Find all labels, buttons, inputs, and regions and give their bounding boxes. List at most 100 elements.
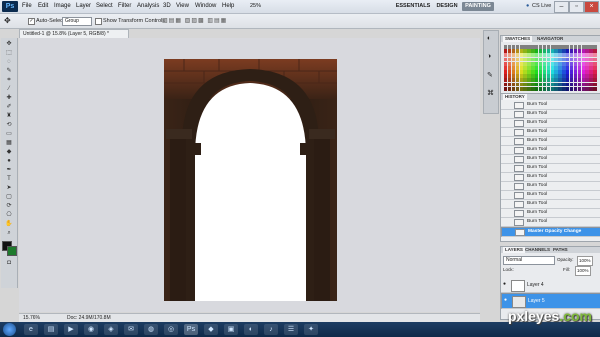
fill-label: Fill: (563, 267, 570, 272)
workspace-design[interactable]: DESIGN (434, 2, 460, 11)
app-icon[interactable]: ✦ (304, 324, 318, 335)
shape-tool-icon[interactable]: ▢ (4, 194, 14, 201)
menu-3d[interactable]: 3D (163, 0, 171, 13)
app-icon[interactable]: ◐ (244, 324, 258, 335)
clone-source-panel-icon[interactable]: ⌘ (487, 89, 494, 97)
photoshop-taskbar-icon[interactable]: Ps (184, 324, 198, 335)
quick-mask-icon[interactable]: ◘ (4, 260, 14, 267)
path-select-tool-icon[interactable]: ➤ (4, 185, 14, 192)
app-icon[interactable]: ☰ (284, 324, 298, 335)
start-button[interactable] (3, 323, 16, 336)
history-item-selected[interactable]: Master Opacity Change (501, 227, 600, 237)
move-tool-icon[interactable]: ✥ (4, 41, 14, 48)
menu-window[interactable]: Window (195, 0, 216, 13)
cs-live-icon: ● (526, 3, 530, 9)
auto-select-dropdown[interactable]: Group (62, 17, 92, 26)
menu-filter[interactable]: Filter (118, 0, 131, 13)
history-item[interactable]: Burn Tool (501, 128, 600, 137)
app-icon[interactable]: ◆ (204, 324, 218, 335)
adjustments-panel-icon[interactable]: ◑ (487, 53, 491, 60)
history-item[interactable]: Burn Tool (501, 119, 600, 128)
quick-select-tool-icon[interactable]: ✎ (4, 68, 14, 75)
layer-row[interactable]: ● Layer 4 (501, 278, 600, 293)
visibility-eye-icon[interactable]: ● (504, 298, 509, 303)
history-item[interactable]: Burn Tool (501, 155, 600, 164)
lasso-tool-icon[interactable]: ◌ (4, 59, 14, 66)
show-transform-checkbox[interactable] (95, 18, 102, 25)
app-icon[interactable]: ▣ (224, 324, 238, 335)
tab-history[interactable]: HISTORY (503, 94, 527, 100)
color-panel-icon[interactable]: ◐ (487, 35, 491, 42)
layer-row-selected[interactable]: ● Layer 5 (501, 293, 600, 309)
menu-layer[interactable]: Layer (76, 0, 91, 13)
crop-tool-icon[interactable]: ⌗ (4, 77, 14, 84)
workspace-essentials[interactable]: ESSENTIALS (392, 2, 434, 11)
gradient-tool-icon[interactable]: ▦ (4, 140, 14, 147)
marquee-tool-icon[interactable]: ⬚ (4, 50, 14, 57)
history-item[interactable]: Burn Tool (501, 218, 600, 227)
tab-swatches[interactable]: SWATCHES (503, 36, 533, 42)
menu-view[interactable]: View (176, 0, 189, 13)
menu-select[interactable]: Select (96, 0, 113, 13)
explorer-icon[interactable]: ▤ (44, 324, 58, 335)
fill-field[interactable]: 100% (575, 266, 591, 276)
app-icon[interactable]: ◎ (164, 324, 178, 335)
zoom-tool-icon[interactable]: ⌕ (4, 230, 14, 237)
history-brush-icon[interactable]: ⟲ (4, 122, 14, 129)
menu-file[interactable]: File (22, 0, 32, 13)
minimize-button[interactable]: – (554, 1, 569, 13)
menu-edit[interactable]: Edit (38, 0, 48, 13)
eraser-tool-icon[interactable]: ▭ (4, 131, 14, 138)
menu-help[interactable]: Help (222, 0, 234, 13)
menu-analysis[interactable]: Analysis (137, 0, 159, 13)
color-swatch[interactable] (593, 86, 597, 91)
app-icon[interactable]: ♪ (264, 324, 278, 335)
history-item[interactable]: Burn Tool (501, 101, 600, 110)
ie-icon[interactable]: e (24, 324, 38, 335)
media-player-icon[interactable]: ▶ (64, 324, 78, 335)
history-item[interactable]: Burn Tool (501, 191, 600, 200)
healing-tool-icon[interactable]: ✚ (4, 95, 14, 102)
visibility-eye-icon[interactable]: ● (503, 282, 508, 287)
brushes-panel-icon[interactable]: ✎ (487, 71, 493, 79)
history-item[interactable]: Burn Tool (501, 146, 600, 155)
auto-select-checkbox[interactable]: ✓ (28, 18, 35, 25)
tab-channels[interactable]: CHANNELS (523, 247, 552, 253)
app-icon[interactable]: ◍ (144, 324, 158, 335)
tab-navigator[interactable]: NAVIGATOR (535, 36, 565, 42)
menu-image[interactable]: Image (54, 0, 71, 13)
tab-layers[interactable]: LAYERS (503, 247, 525, 253)
3d-rotate-tool-icon[interactable]: ⟳ (4, 203, 14, 210)
3d-camera-tool-icon[interactable]: ⎔ (4, 212, 14, 219)
tab-paths[interactable]: PATHS (551, 247, 570, 253)
firefox-icon[interactable]: ◉ (84, 324, 98, 335)
eyedropper-tool-icon[interactable]: ⁄ (4, 86, 14, 93)
type-tool-icon[interactable]: T (4, 176, 14, 183)
history-item[interactable]: Burn Tool (501, 164, 600, 173)
pen-tool-icon[interactable]: ✒ (4, 167, 14, 174)
history-item[interactable]: Burn Tool (501, 200, 600, 209)
blend-mode-dropdown[interactable]: Normal (503, 256, 555, 265)
workspace-painting[interactable]: PAINTING (462, 2, 494, 11)
blur-tool-icon[interactable]: ◆ (4, 149, 14, 156)
stamp-tool-icon[interactable]: ♜ (4, 113, 14, 120)
document-canvas[interactable] (164, 59, 337, 301)
history-item[interactable]: Burn Tool (501, 110, 600, 119)
opacity-field[interactable]: 100% (577, 256, 593, 266)
history-item[interactable]: Burn Tool (501, 173, 600, 182)
app-icon[interactable]: ◈ (104, 324, 118, 335)
restore-button[interactable]: ▫ (569, 1, 584, 13)
history-item[interactable]: Burn Tool (501, 182, 600, 191)
hand-tool-icon[interactable]: ✋ (4, 221, 14, 228)
app-icon[interactable]: ✉ (124, 324, 138, 335)
background-color-swatch[interactable] (7, 246, 17, 256)
history-item[interactable]: Burn Tool (501, 209, 600, 218)
swatch-grid[interactable] (504, 45, 597, 91)
align-icons[interactable]: ▥▤▦ ▧▨▩ ▥▤▦ (162, 17, 227, 24)
brush-tool-icon[interactable]: ✐ (4, 104, 14, 111)
dodge-tool-icon[interactable]: ● (4, 158, 14, 165)
close-button[interactable]: × (584, 1, 599, 13)
history-item[interactable]: Burn Tool (501, 137, 600, 146)
zoom-level[interactable]: 25% (250, 0, 261, 13)
cs-live-button[interactable]: CS Live (532, 2, 551, 11)
